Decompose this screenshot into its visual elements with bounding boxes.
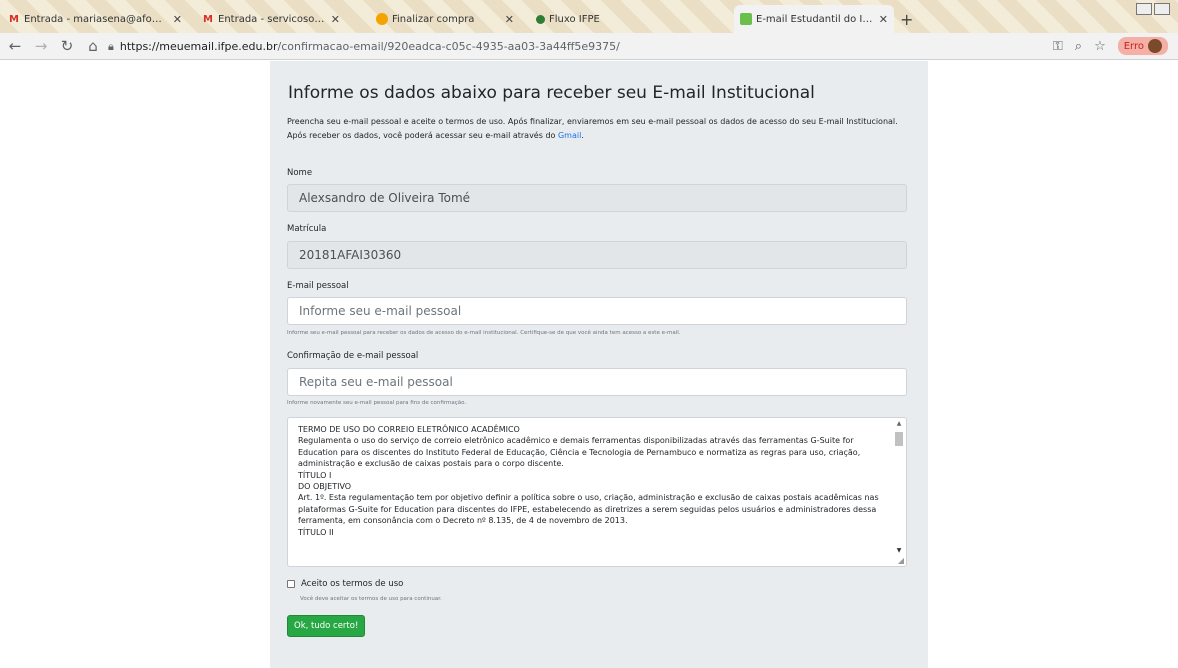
accept-terms-checkbox[interactable]: Aceito os termos de uso (287, 579, 403, 589)
url-host: https://meuemail.ifpe.edu.br (119, 40, 278, 53)
terms-line: Regulamenta o uso do serviço de correio … (298, 436, 861, 469)
page-title: Informe os dados abaixo para receber seu… (288, 83, 815, 103)
scroll-down-icon[interactable]: ▼ (894, 547, 904, 554)
zoom-icon[interactable]: ⌕ (1075, 39, 1082, 54)
address-bar[interactable]: 🔒︎ https://meuemail.ifpe.edu.br/confirma… (108, 36, 1158, 57)
reload-icon[interactable]: ↻ (56, 35, 78, 57)
tab-title: Finalizar compra (392, 13, 475, 25)
browser-toolbar: ← → ↻ ⌂ 🔒︎ https://meuemail.ifpe.edu.br /… (0, 33, 1178, 60)
confirm-email-label: Confirmação de e-mail pessoal (287, 351, 419, 361)
email-label: E-mail pessoal (287, 281, 349, 291)
close-icon[interactable]: ✕ (331, 13, 340, 26)
email-placeholder: Informe seu e-mail pessoal (299, 304, 462, 318)
tab-title: Fluxo IFPE (549, 13, 600, 25)
terms-line: TERMO DE USO DO CORREIO ELETRÔNICO ACADÊ… (298, 425, 520, 434)
site-icon (740, 13, 752, 25)
matricula-field: 20181AFAI30360 (287, 241, 907, 269)
checkbox-box[interactable] (287, 580, 295, 588)
tab-title: Entrada - mariasena@afogado (24, 13, 167, 25)
confirm-email-help-text: Informe novamente seu e-mail pessoal par… (287, 400, 467, 406)
page-panel: Informe os dados abaixo para receber seu… (270, 61, 928, 668)
tab-title: Entrada - servicosocial.afogado (218, 13, 325, 25)
tab-title: E-mail Estudantil do IFPE (756, 13, 873, 25)
resize-grip-icon[interactable]: ◢ (898, 556, 904, 565)
url-path: /confirmacao-email/920eadca-c05c-4935-aa… (277, 40, 620, 53)
avatar (1148, 39, 1162, 53)
close-icon[interactable]: ✕ (879, 13, 888, 26)
back-icon[interactable]: ← (4, 35, 26, 57)
home-icon[interactable]: ⌂ (82, 35, 104, 57)
nome-label: Nome (287, 168, 313, 178)
gmail-icon: M (9, 13, 19, 25)
forward-icon[interactable]: → (30, 35, 52, 57)
terms-text: TERMO DE USO DO CORREIO ELETRÔNICO ACADÊ… (298, 424, 893, 538)
key-icon[interactable]: ⚿ (1053, 39, 1063, 54)
terms-line: Art. 1º. Esta regulamentação tem por obj… (298, 493, 879, 526)
close-icon[interactable]: ✕ (505, 13, 514, 26)
minimize-icon[interactable] (1136, 3, 1152, 15)
accept-terms-help-text: Você deve aceitar os termos de uso para … (300, 596, 442, 602)
browser-tab-strip: M Entrada - mariasena@afogado ✕ M Entrad… (0, 0, 1178, 33)
accept-terms-label: Aceito os termos de uso (301, 579, 404, 589)
gmail-icon: M (203, 13, 213, 25)
terms-line: DO OBJETIVO (298, 482, 352, 492)
nome-value: Alexsandro de Oliveira Tomé (299, 191, 471, 205)
matricula-label: Matrícula (287, 224, 327, 234)
terms-line: TÍTULO I (298, 470, 332, 480)
nome-field: Alexsandro de Oliveira Tomé (287, 184, 907, 212)
browser-tab-checkout[interactable]: Finalizar compra ✕ (370, 5, 520, 33)
profile-label: Erro (1123, 40, 1144, 52)
terms-scrollbar[interactable]: ▲ ▼ (894, 420, 904, 564)
close-icon[interactable]: ✕ (173, 13, 182, 26)
email-field[interactable]: Informe seu e-mail pessoal (287, 297, 907, 325)
window-controls (1136, 3, 1170, 15)
new-tab-icon[interactable]: + (900, 10, 913, 29)
dot-icon (536, 14, 545, 24)
gmail-link[interactable]: Gmail (558, 131, 581, 140)
email-help-text: Informe seu e-mail pessoal para receber … (287, 330, 681, 336)
matricula-value: 20181AFAI30360 (299, 248, 402, 262)
browser-tab-fluxo[interactable]: Fluxo IFPE (530, 5, 650, 33)
intro-text: Preencha seu e-mail pessoal e aceite o t… (287, 115, 907, 143)
intro-body: Preencha seu e-mail pessoal e aceite o t… (287, 117, 898, 140)
intro-end: . (581, 131, 584, 140)
browser-tab-active[interactable]: E-mail Estudantil do IFPE ✕ (734, 5, 894, 33)
orange-icon (376, 13, 388, 25)
terms-line: TÍTULO II (298, 527, 334, 537)
submit-button[interactable]: Ok, tudo certo! (287, 615, 366, 637)
browser-tab-gmail-1[interactable]: M Entrada - mariasena@afogado ✕ (2, 5, 188, 33)
lock-icon: 🔒︎ (108, 39, 114, 53)
browser-tab-gmail-2[interactable]: M Entrada - servicosocial.afogado ✕ (196, 5, 346, 33)
scroll-up-icon[interactable]: ▲ (894, 420, 904, 427)
confirm-email-placeholder: Repita seu e-mail pessoal (299, 375, 453, 389)
maximize-icon[interactable] (1154, 3, 1170, 15)
star-icon[interactable]: ☆ (1094, 39, 1106, 54)
scrollbar-thumb[interactable] (895, 432, 903, 446)
terms-textarea[interactable]: TERMO DE USO DO CORREIO ELETRÔNICO ACADÊ… (287, 417, 907, 567)
profile-button[interactable]: Erro (1117, 37, 1168, 55)
confirm-email-field[interactable]: Repita seu e-mail pessoal (287, 368, 907, 396)
